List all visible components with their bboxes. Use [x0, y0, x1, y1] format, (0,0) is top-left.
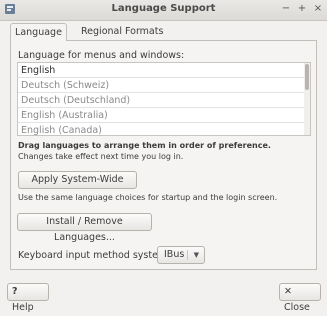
help-label: Help [12, 302, 34, 313]
scrollbar-thumb[interactable] [305, 64, 309, 90]
maximize-button[interactable]: + [295, 2, 309, 16]
select-divider [187, 250, 188, 260]
list-item[interactable]: English [18, 63, 310, 78]
close-button[interactable]: ✕ Close [279, 283, 321, 313]
tab-language[interactable]: Language [10, 23, 67, 41]
close-label: Close [284, 302, 310, 313]
help-icon: ? [12, 286, 18, 297]
language-list[interactable]: English Deutsch (Schweiz) Deutsch (Deuts… [17, 62, 311, 136]
help-button[interactable]: ? Help [7, 283, 49, 313]
language-list-label: Language for menus and windows: [18, 50, 185, 61]
list-scrollbar[interactable] [304, 63, 310, 135]
keyboard-input-value: IBus [164, 249, 185, 260]
window-title: Language Support [111, 3, 216, 14]
list-item[interactable]: Deutsch (Deutschland) [18, 93, 310, 108]
window-close-button[interactable]: × [311, 2, 325, 16]
list-item[interactable]: Deutsch (Schweiz) [18, 78, 310, 93]
install-remove-languages-button[interactable]: Install / Remove Languages... [17, 213, 152, 243]
effect-hint: Changes take effect next time you log in… [18, 152, 184, 161]
close-icon: ✕ [284, 286, 292, 297]
title-bar: Language Support − + × [0, 0, 327, 21]
list-item[interactable]: English (Canada) [18, 123, 310, 135]
keyboard-input-label: Keyboard input method system: [18, 250, 171, 261]
keyboard-input-select[interactable]: IBus ▼ [157, 246, 205, 264]
minimize-button[interactable]: − [279, 2, 293, 16]
apply-description: Use the same language choices for startu… [18, 193, 278, 202]
tab-regional-formats[interactable]: Regional Formats [72, 23, 172, 41]
drag-hint: Drag languages to arrange them in order … [18, 141, 271, 150]
apply-system-wide-button[interactable]: Apply System-Wide [18, 171, 137, 189]
chevron-down-icon: ▼ [193, 251, 199, 259]
list-item[interactable]: English (Australia) [18, 108, 310, 123]
